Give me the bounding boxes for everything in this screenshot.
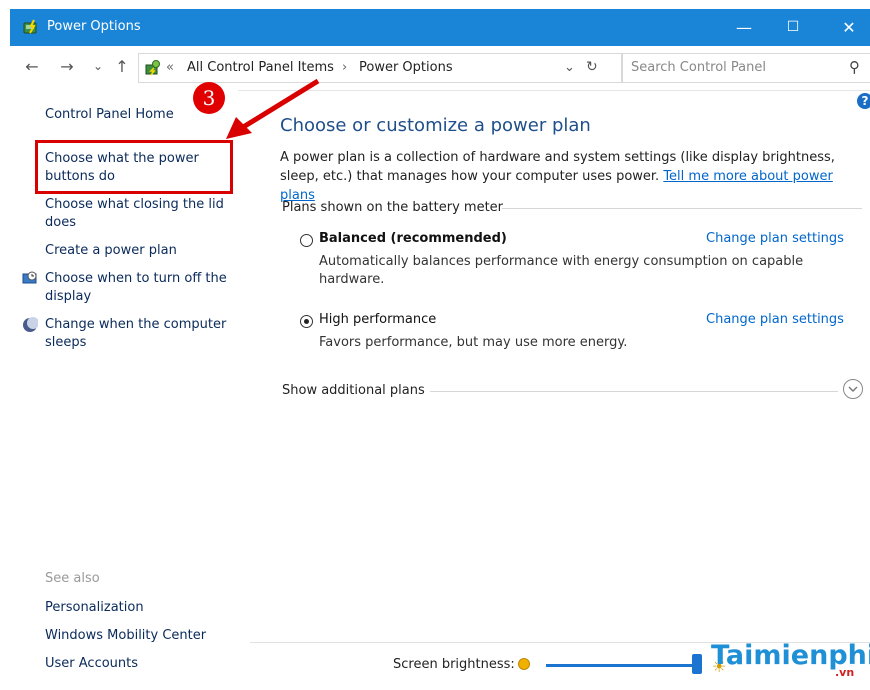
main-content: Choose or customize a power plan A power… [270, 90, 870, 690]
screen-brightness-label: Screen brightness: [393, 657, 515, 672]
additional-plans-divider [430, 391, 838, 392]
high-performance-change-settings-link[interactable]: Change plan settings [706, 312, 844, 327]
balanced-plan-name[interactable]: Balanced (recommended) [319, 231, 507, 246]
page-description: A power plan is a collection of hardware… [280, 148, 860, 205]
minimize-button[interactable]: — [721, 9, 767, 46]
address-dropdown-button[interactable]: ⌄ [564, 60, 575, 75]
brightness-slider-thumb[interactable] [692, 654, 702, 674]
annotation-arrow [226, 78, 320, 139]
recent-locations-button[interactable]: ⌄ [88, 59, 108, 73]
title-bar: Power Options — ☐ ✕ [10, 9, 870, 46]
back-button[interactable]: ← [22, 57, 42, 76]
close-button[interactable]: ✕ [826, 9, 870, 46]
monitor-clock-icon [22, 271, 37, 284]
step-number-badge: 3 [193, 82, 225, 114]
brightness-slider-track[interactable] [546, 664, 696, 667]
power-options-icon [23, 19, 37, 34]
forward-button[interactable]: → [57, 57, 77, 76]
control-panel-icon [145, 60, 160, 76]
high-performance-plan-description: Favors performance, but may use more ene… [319, 335, 628, 350]
watermark-suffix: .vn [835, 666, 855, 679]
show-additional-plans-label[interactable]: Show additional plans [282, 383, 425, 398]
help-icon[interactable]: ? [857, 93, 870, 109]
brightness-low-icon [518, 658, 530, 670]
high-performance-plan-name[interactable]: High performance [319, 312, 436, 327]
see-also-mobility-center[interactable]: Windows Mobility Center [45, 627, 230, 645]
sidebar-item-closing-lid[interactable]: Choose what closing the lid does [45, 196, 230, 232]
search-icon[interactable]: ⚲ [849, 58, 860, 76]
search-input[interactable]: Search Control Panel ⚲ [622, 53, 870, 83]
moon-icon [23, 317, 38, 332]
window-title: Power Options [47, 19, 141, 34]
up-button[interactable]: ↑ [112, 57, 132, 76]
maximize-button[interactable]: ☐ [770, 9, 816, 46]
radio-selected-dot [304, 319, 309, 324]
see-also-user-accounts[interactable]: User Accounts [45, 655, 230, 673]
see-also-personalization[interactable]: Personalization [45, 599, 230, 617]
sidebar-item-display-off[interactable]: Choose when to turn off the display [45, 270, 230, 306]
page-title: Choose or customize a power plan [280, 115, 591, 136]
address-bar: ← → ⌄ ↑ « All Control Panel Items › Powe… [10, 46, 870, 91]
balanced-change-settings-link[interactable]: Change plan settings [706, 231, 844, 246]
address-box[interactable]: « All Control Panel Items › Power Option… [138, 53, 622, 83]
breadcrumb-power-options[interactable]: Power Options [359, 60, 453, 75]
breadcrumb-overflow[interactable]: « [166, 60, 174, 75]
refresh-button[interactable]: ↻ [586, 59, 598, 75]
search-placeholder: Search Control Panel [631, 60, 766, 75]
plans-section-label: Plans shown on the battery meter [282, 200, 504, 215]
highlight-box [35, 140, 233, 194]
breadcrumb-separator[interactable]: › [342, 60, 347, 75]
balanced-plan-description: Automatically balances performance with … [319, 254, 804, 287]
brightness-slider-fill [546, 664, 696, 667]
balanced-plan-radio[interactable] [300, 234, 313, 247]
sidebar-item-create-plan[interactable]: Create a power plan [45, 242, 230, 260]
high-performance-plan-radio[interactable] [300, 315, 313, 328]
sidebar-item-computer-sleeps[interactable]: Change when the computer sleeps [45, 316, 230, 352]
chevron-down-icon[interactable] [843, 379, 863, 399]
section-divider [502, 208, 862, 209]
see-also-label: See also [45, 571, 100, 586]
breadcrumb-all-control-panel-items[interactable]: All Control Panel Items [187, 60, 334, 75]
